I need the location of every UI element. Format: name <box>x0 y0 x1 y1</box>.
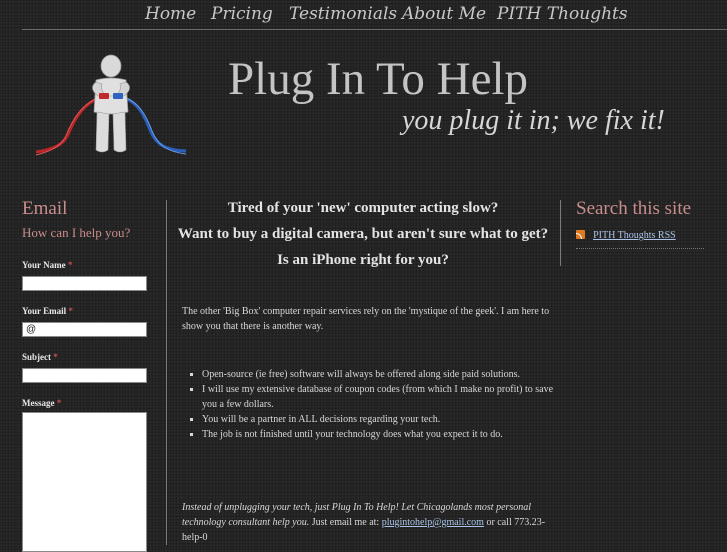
email-link[interactable]: plugintohelp@gmail.com <box>382 517 484 528</box>
email-heading: Email <box>22 198 68 219</box>
headline-digital-camera: Want to buy a digital camera, but aren't… <box>177 226 549 242</box>
list-item: You will be a partner in ALL decisions r… <box>202 412 562 427</box>
email-input[interactable]: @ <box>22 322 147 337</box>
nav-pricing[interactable]: Pricing <box>211 4 273 24</box>
email-label-text: Your Email <box>22 306 67 316</box>
rss-link[interactable]: PITH Thoughts RSS <box>593 230 676 241</box>
required-mark: * <box>56 398 62 408</box>
nav-home[interactable]: Home <box>145 4 196 24</box>
left-column-divider <box>166 200 167 545</box>
intro-paragraph: The other 'Big Box' computer repair serv… <box>182 306 550 332</box>
message-label-text: Message <box>22 398 55 408</box>
required-mark: * <box>53 352 58 362</box>
top-navigation: Home Pricing Testimonials About Me PITH … <box>0 0 727 30</box>
benefits-list: Open-source (ie free) software will alwa… <box>190 367 562 442</box>
message-textarea[interactable] <box>22 412 147 552</box>
figure-holding-plugs-icon[interactable] <box>32 52 190 158</box>
nav-testimonials[interactable]: Testimonials <box>289 4 397 24</box>
list-item: The job is not finished until your techn… <box>202 427 562 442</box>
rss-divider <box>576 248 704 249</box>
rss-feed-icon[interactable] <box>576 230 585 239</box>
nav-pith-thoughts[interactable]: PITH Thoughts <box>497 4 628 24</box>
list-item: Open-source (ie free) software will alwa… <box>202 367 562 382</box>
message-label: Message * <box>22 398 61 408</box>
site-title: Plug In To Help <box>228 53 529 105</box>
required-mark: * <box>67 260 73 270</box>
headline-iphone: Is an iPhone right for you? <box>277 252 449 268</box>
nav-about-me[interactable]: About Me <box>402 4 486 24</box>
email-subheading: How can I help you? <box>22 225 131 240</box>
nav-divider <box>22 29 727 30</box>
closing-plain-text: Just email me at: <box>309 517 382 528</box>
right-column-divider <box>560 200 561 266</box>
closing-paragraph: Instead of unplugging your tech, just Pl… <box>182 500 552 545</box>
name-label: Your Name * <box>22 260 72 270</box>
site-tagline: you plug it in; we fix it! <box>402 105 665 136</box>
search-heading: Search this site <box>576 198 692 219</box>
email-label: Your Email * <box>22 306 73 316</box>
headline-slow-computer: Tired of your 'new' computer acting slow… <box>227 200 499 216</box>
list-item: I will use my extensive database of coup… <box>202 382 562 412</box>
subject-input[interactable] <box>22 368 147 383</box>
subject-label-text: Subject <box>22 352 51 362</box>
required-mark: * <box>68 306 73 316</box>
rss-row: PITH Thoughts RSS <box>576 223 676 242</box>
name-input[interactable] <box>22 276 147 291</box>
subject-label: Subject * <box>22 352 58 362</box>
name-label-text: Your Name <box>22 260 66 270</box>
